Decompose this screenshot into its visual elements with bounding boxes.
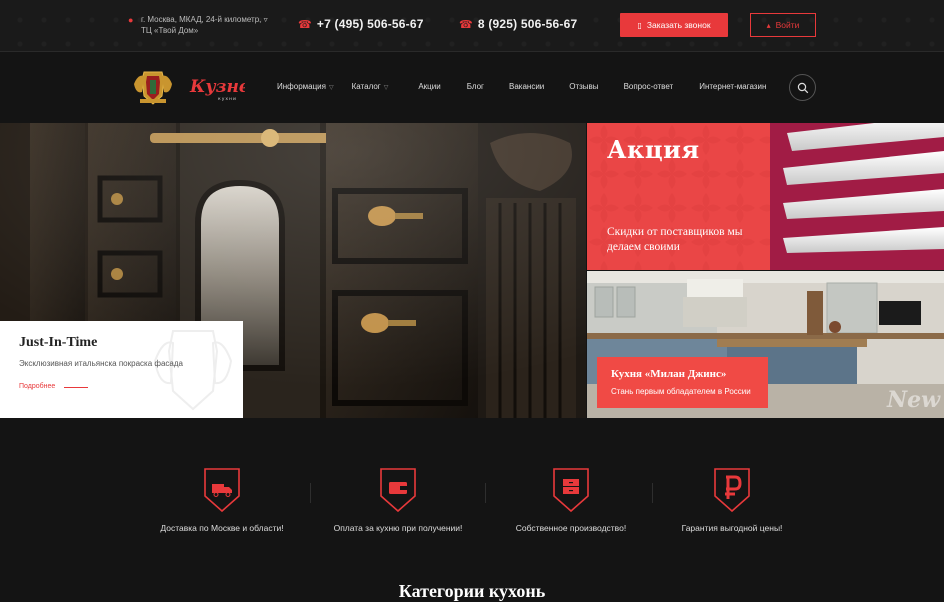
slide-title: Just-In-Time <box>19 335 98 350</box>
feature-label: Гарантия выгодной цены! <box>681 523 783 533</box>
chevron-down-icon: ▽ <box>383 85 389 91</box>
sale-text: Скидки от поставщиков мы делаем своими <box>607 226 743 253</box>
nav-item-catalog[interactable]: Каталог ▽ <box>352 82 389 91</box>
nav-item-label: Каталог <box>351 82 381 91</box>
nav-item-reviews[interactable]: Отзывы <box>569 82 598 91</box>
logo-emblem-icon: Кузнец кухни <box>134 71 263 105</box>
phone-2[interactable]: ☎ 8 (925) 506-56-67 <box>459 17 577 31</box>
factory-icon <box>553 468 589 513</box>
search-button[interactable] <box>789 74 816 101</box>
slide-subtitle: Эксклюзивная итальянска покраска фасада <box>19 359 183 368</box>
section-title: Категории кухонь <box>398 581 546 601</box>
sale-banner[interactable]: Акция Скидки от поставщиков мы делаем св… <box>587 123 944 270</box>
features-section: Доставка по Москве и области! Оплата за … <box>0 418 944 593</box>
ruble-icon <box>714 468 750 513</box>
feature-delivery: Доставка по Москве и области! <box>142 466 302 533</box>
feature-price: Гарантия выгодной цены! <box>652 466 812 533</box>
phone-1[interactable]: ☎ +7 (495) 506-56-67 <box>298 17 424 31</box>
divider <box>310 483 311 503</box>
nav-item-sales[interactable]: Акции <box>418 82 440 91</box>
new-badge: New <box>886 387 941 413</box>
kitchen-banner[interactable]: New Кухня «Милан Джинс» Стань первым обл… <box>587 271 944 418</box>
main-nav: Кузнец кухни Информация▽ Каталог▽ Акции … <box>0 52 944 123</box>
feature-payment: Оплата за кухню при получении! <box>318 466 478 533</box>
feature-label: Оплата за кухню при получении! <box>333 523 463 533</box>
nav-item-info[interactable]: Информация ▽ <box>277 82 334 91</box>
search-icon <box>797 82 808 93</box>
nav-item-vacancies[interactable]: Вакансии <box>509 82 544 91</box>
logo[interactable]: Кузнец кухни <box>130 66 263 108</box>
nav-item-blog[interactable]: Блог <box>467 82 484 91</box>
divider <box>485 483 486 503</box>
nav-item-shop[interactable]: Интернет-магазин <box>699 82 766 91</box>
feature-label: Доставка по Москве и области! <box>160 523 284 533</box>
nav-item-faq[interactable]: Вопрос-ответ <box>624 82 674 91</box>
order-call-label: Заказать звонок <box>646 20 711 30</box>
kitchen-subtitle: Стань первым обладателем в России <box>611 387 751 396</box>
feature-production: Собственное производство! <box>491 466 651 533</box>
user-icon: ▴ <box>766 20 771 30</box>
sale-title: Акция <box>607 135 700 164</box>
svg-text:Кузнец: Кузнец <box>189 77 245 97</box>
phone-icon: ☎ <box>298 19 312 31</box>
address-text: г. Москва, МКАД, 24-й километр, ▿ ТЦ «Тв… <box>141 15 268 35</box>
top-bar: ● г. Москва, МКАД, 24-й километр, ▿ ТЦ «… <box>0 0 944 52</box>
phone-icon: ☎ <box>459 19 473 31</box>
emblem-watermark-icon <box>153 330 233 411</box>
wallet-icon <box>380 468 416 513</box>
kitchen-title: Кухня «Милан Джинс» <box>611 368 727 380</box>
mobile-icon: ▯ <box>637 20 642 30</box>
chevron-down-icon: ▽ <box>328 85 334 91</box>
order-call-button[interactable]: ▯ Заказать звонок <box>620 13 728 37</box>
address[interactable]: ● г. Москва, МКАД, 24-й километр, ▿ ТЦ «… <box>128 14 268 36</box>
slide-caption-card: Just-In-Time Эксклюзивная итальянска пок… <box>0 321 243 418</box>
feature-label: Собственное производство! <box>515 523 627 533</box>
phone-1-number: +7 (495) 506-56-67 <box>316 17 424 31</box>
location-pin-icon: ● <box>128 15 134 25</box>
svg-text:кухни: кухни <box>218 97 237 102</box>
slide-more-link[interactable]: Подробнее <box>19 383 55 390</box>
nav-menu: Информация ▽ Каталог ▽ Акции Блог Вакансии… <box>277 82 766 91</box>
nav-item-label: Информация <box>277 82 326 91</box>
phone-2-number: 8 (925) 506-56-67 <box>477 17 578 31</box>
login-label: Войти <box>775 20 800 30</box>
more-link-underline <box>64 387 88 388</box>
login-button[interactable]: ▴ Войти <box>750 13 816 37</box>
truck-icon <box>204 468 240 513</box>
kitchen-caption-card: Кухня «Милан Джинс» Стань первым обладат… <box>597 357 768 408</box>
